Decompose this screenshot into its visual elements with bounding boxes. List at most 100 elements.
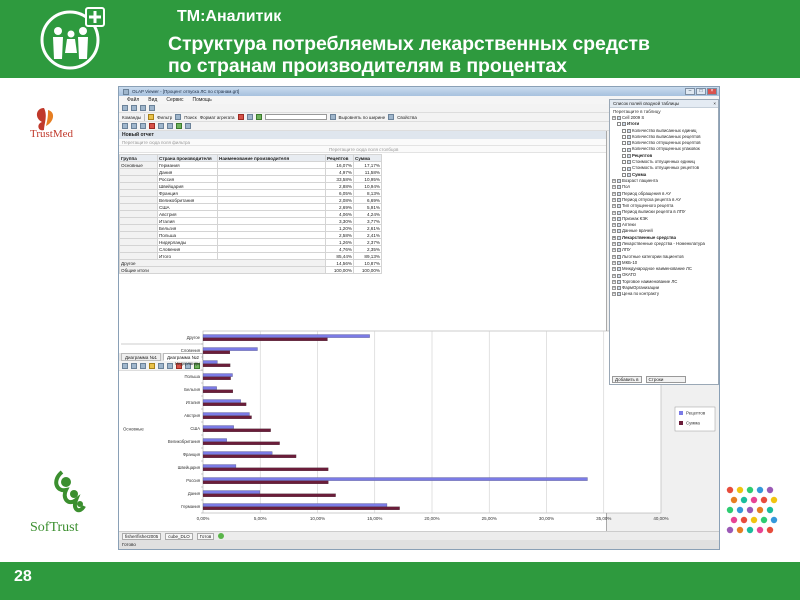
- footer-bar: [0, 562, 800, 600]
- family-logo-icon: [40, 7, 105, 70]
- checkbox-icon[interactable]: [622, 135, 626, 140]
- bar-recipes: [202, 451, 273, 455]
- expand-icon[interactable]: +: [612, 286, 616, 291]
- expand-icon[interactable]: +: [612, 260, 616, 265]
- print-icon[interactable]: [149, 105, 155, 111]
- expand-icon[interactable]: +: [612, 279, 616, 284]
- dimension-icon: [627, 141, 631, 146]
- expand-icon[interactable]: +: [612, 273, 616, 278]
- field-list-item[interactable]: + Цена по контракту: [612, 291, 718, 297]
- field-list-close-icon[interactable]: ×: [713, 100, 716, 107]
- menu-view[interactable]: Вид: [148, 97, 157, 103]
- bar-recipes: [202, 438, 227, 442]
- checkbox-icon[interactable]: [622, 147, 626, 152]
- tool-icon-6[interactable]: [167, 123, 173, 129]
- aggregate-format-button[interactable]: Формат агрегата: [200, 115, 235, 120]
- expand-icon[interactable]: +: [612, 179, 616, 184]
- expand-icon[interactable]: +: [612, 254, 616, 259]
- cube-dot: [730, 496, 738, 504]
- close-button[interactable]: ×: [707, 88, 717, 95]
- dimension-icon: [617, 229, 621, 234]
- cube-dot: [730, 516, 738, 524]
- align-width-icon[interactable]: [329, 114, 336, 120]
- group-cell-empty: [119, 245, 158, 253]
- expand-icon[interactable]: +: [612, 292, 616, 297]
- expand-icon[interactable]: +: [612, 116, 616, 121]
- tool-icon-8[interactable]: [185, 123, 191, 129]
- manufacturer-cell: [217, 161, 326, 169]
- table-row: Франция 6,05% 8,13%: [119, 189, 382, 197]
- filter-button[interactable]: Фильтр: [157, 115, 172, 120]
- tool-icon-1[interactable]: [122, 123, 128, 129]
- menu-file[interactable]: Файл: [127, 97, 139, 103]
- column-header: Наименование производителя: [217, 154, 326, 162]
- checkbox-icon[interactable]: [622, 141, 626, 146]
- country-cell: Россия: [157, 175, 218, 183]
- recipes-cell: 2,88%: [325, 182, 354, 190]
- bar-recipes: [202, 360, 218, 364]
- checkbox-icon[interactable]: [617, 122, 621, 127]
- sort-desc-icon[interactable]: [237, 114, 244, 120]
- group-cell-empty: [119, 224, 158, 232]
- expand-icon[interactable]: +: [612, 235, 616, 240]
- cube-dot: [770, 516, 778, 524]
- checkbox-icon[interactable]: [622, 166, 626, 171]
- cube-dot: [760, 496, 768, 504]
- new-icon[interactable]: [122, 105, 128, 111]
- chart-icon[interactable]: [246, 114, 253, 120]
- filter-icon[interactable]: [148, 114, 155, 120]
- minimize-button[interactable]: –: [685, 88, 695, 95]
- other-recipes: 14,56%: [325, 259, 354, 267]
- app-subtitle: ТМ:Аналитик: [177, 8, 282, 25]
- country-cell: Нидерланды: [157, 238, 218, 246]
- column-drop-zone[interactable]: Перетащите сюда поля столбцов: [119, 146, 606, 153]
- cube-dot: [766, 526, 774, 534]
- bar-recipes: [202, 490, 261, 494]
- tool-icon-7[interactable]: [176, 123, 182, 129]
- expand-icon[interactable]: +: [612, 229, 616, 234]
- search-icon[interactable]: [175, 114, 182, 120]
- recipes-cell: 2,69%: [325, 203, 354, 211]
- open-icon[interactable]: [131, 105, 137, 111]
- status-bar: fisher/fisher2005 cube_DLO Готов: [119, 531, 719, 540]
- expand-icon[interactable]: +: [612, 198, 616, 202]
- add-target-select[interactable]: Строки: [645, 375, 686, 383]
- save-icon[interactable]: [140, 105, 146, 111]
- maximize-button[interactable]: □: [696, 88, 706, 95]
- table-row: Нидерланды 1,26% 2,37%: [119, 238, 382, 246]
- export-icon[interactable]: [255, 114, 262, 120]
- expand-icon[interactable]: +: [612, 210, 616, 215]
- dimension-icon: [627, 128, 631, 133]
- properties-icon[interactable]: [388, 114, 395, 120]
- expand-icon[interactable]: +: [612, 248, 616, 253]
- tool-icon-4[interactable]: [149, 123, 155, 129]
- expand-icon[interactable]: +: [612, 223, 616, 228]
- properties-button[interactable]: Свойства: [397, 115, 417, 120]
- total-recipes: 85,44%: [325, 252, 354, 260]
- commands-button[interactable]: Команды: [122, 115, 141, 120]
- bar-sum: [202, 480, 329, 484]
- add-to-button[interactable]: Добавить в: [612, 375, 642, 383]
- expand-icon[interactable]: +: [612, 204, 616, 209]
- expand-icon[interactable]: +: [612, 242, 616, 247]
- menu-service[interactable]: Сервис: [166, 97, 183, 103]
- expand-icon[interactable]: +: [612, 191, 616, 196]
- checkbox-icon[interactable]: [622, 128, 626, 133]
- search-button[interactable]: Поиск: [184, 115, 196, 120]
- checkbox-icon[interactable]: [622, 153, 626, 158]
- menu-help[interactable]: Помощь: [192, 97, 211, 103]
- expand-icon[interactable]: +: [612, 185, 616, 190]
- aggregate-combo[interactable]: [264, 114, 327, 120]
- cube-dot: [726, 526, 734, 534]
- tool-icon-2[interactable]: [131, 123, 137, 129]
- report-tab[interactable]: Новый отчет: [119, 131, 606, 139]
- expand-icon[interactable]: +: [612, 267, 616, 272]
- filter-drop-zone[interactable]: Перетащите сюда поля фильтра: [119, 139, 606, 146]
- tool-icon-3[interactable]: [140, 123, 146, 129]
- recipes-cell: 33,58%: [325, 175, 354, 183]
- align-width-button[interactable]: Выровнять по ширине: [339, 115, 386, 120]
- expand-icon[interactable]: +: [612, 216, 616, 221]
- tool-icon-5[interactable]: [158, 123, 164, 129]
- checkbox-icon[interactable]: [622, 172, 626, 177]
- checkbox-icon[interactable]: [622, 160, 626, 165]
